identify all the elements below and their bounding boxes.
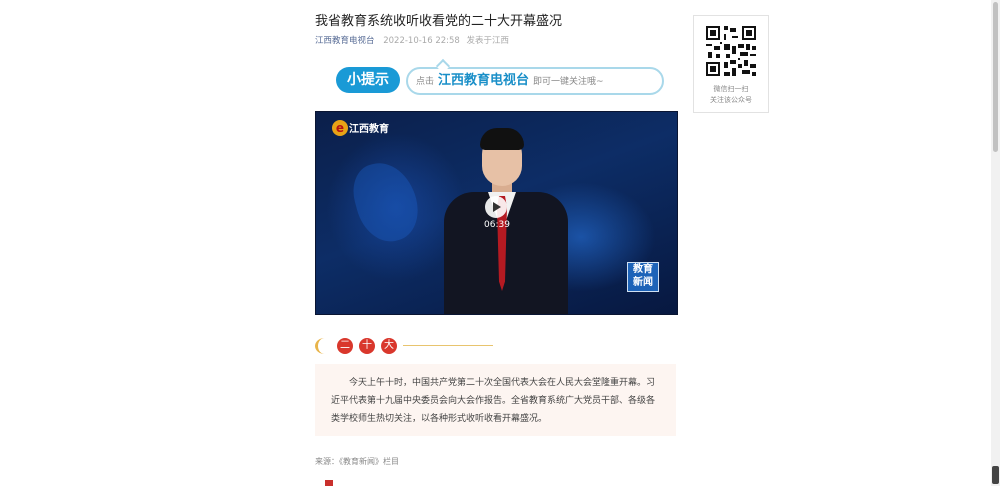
account-link[interactable]: 江西教育电视台: [315, 36, 375, 46]
section-char: 十: [359, 338, 375, 354]
crescent-icon: [315, 338, 334, 354]
page-scrollbar[interactable]: [991, 0, 1000, 486]
section-title: 二 十 大: [315, 336, 493, 356]
publish-time: 2022-10-16 22:58: [383, 36, 460, 46]
publish-location: 发表于江西: [466, 36, 510, 46]
article-meta: 江西教育电视台 2022-10-16 22:58 发表于江西: [315, 34, 509, 46]
scroll-down-arrow[interactable]: [992, 466, 999, 484]
video-duration: 06:39: [484, 220, 510, 230]
qr-code-icon: [706, 26, 756, 76]
video-player[interactable]: e 江西教育 06:39 教育 新闻: [315, 111, 678, 315]
channel-logo-icon: e: [332, 120, 348, 136]
scrollbar-thumb[interactable]: [993, 2, 998, 152]
intro-box: 今天上午十时，中国共产党第二十次全国代表大会在人民大会堂隆重开幕。习近平代表第十…: [315, 364, 676, 436]
intro-text: 今天上午十时，中国共产党第二十次全国代表大会在人民大会堂隆重开幕。习近平代表第十…: [331, 378, 656, 424]
section-char: 二: [337, 338, 353, 354]
qr-caption-scan: 微信扫一扫: [713, 85, 749, 93]
qr-caption-follow: 关注该公众号: [710, 96, 752, 104]
tip-suffix: 即可一键关注哦~: [533, 77, 604, 87]
tip-account-name[interactable]: 江西教育电视台: [438, 73, 529, 88]
section-divider: [403, 345, 493, 346]
article-title: 我省教育系统收听收看党的二十大开幕盛况: [315, 14, 563, 29]
tip-prefix: 点击: [416, 77, 435, 87]
qr-code-card: 微信扫一扫 关注该公众号: [693, 15, 769, 113]
tip-badge: 小提示: [336, 67, 400, 93]
next-section-marker: [325, 480, 333, 486]
section-char: 大: [381, 338, 397, 354]
play-icon[interactable]: [485, 196, 507, 218]
education-news-badge: 教育 新闻: [627, 262, 659, 292]
source-line: 来源：《教育新闻》栏目: [315, 457, 399, 466]
follow-tip-banner[interactable]: 小提示 点击 江西教育电视台 即可一键关注哦~: [336, 58, 664, 96]
channel-logo: e 江西教育: [332, 120, 389, 136]
